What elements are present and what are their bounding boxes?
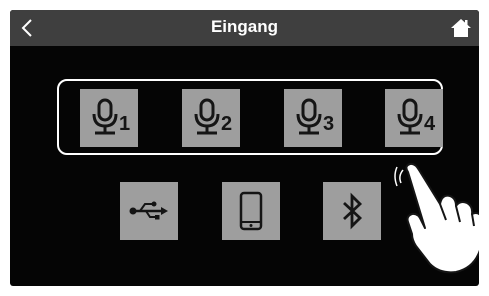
mic-input-4-button[interactable]: 4 <box>385 89 443 147</box>
mic-input-number: 4 <box>424 113 436 135</box>
microphone-icon <box>194 98 220 135</box>
usb-icon <box>129 201 168 220</box>
smartphone-icon <box>239 191 263 231</box>
mic-input-group: 1 2 3 4 <box>57 79 443 155</box>
bluetooth-input-button[interactable] <box>323 182 381 240</box>
mic-input-number: 2 <box>221 113 233 135</box>
microphone-icon <box>397 98 423 135</box>
input-screen: Eingang 1 2 3 4 <box>10 10 479 286</box>
home-icon <box>451 19 471 37</box>
title-bar: Eingang <box>10 10 479 46</box>
pointing-hand-icon <box>394 162 479 274</box>
microphone-icon <box>92 98 118 135</box>
mic-input-number: 1 <box>119 113 131 135</box>
mic-input-1-button[interactable]: 1 <box>80 89 138 147</box>
mic-input-number: 3 <box>323 113 335 135</box>
mic-input-3-button[interactable]: 3 <box>284 89 342 147</box>
page-title: Eingang <box>210 17 279 36</box>
mic-input-2-button[interactable]: 2 <box>182 89 240 147</box>
back-button[interactable] <box>16 15 42 41</box>
bluetooth-icon <box>343 192 363 230</box>
usb-input-button[interactable] <box>120 182 178 240</box>
microphone-icon <box>296 98 322 135</box>
chevron-left-icon <box>21 19 32 37</box>
phone-input-button[interactable] <box>222 182 280 240</box>
home-button[interactable] <box>449 16 473 40</box>
